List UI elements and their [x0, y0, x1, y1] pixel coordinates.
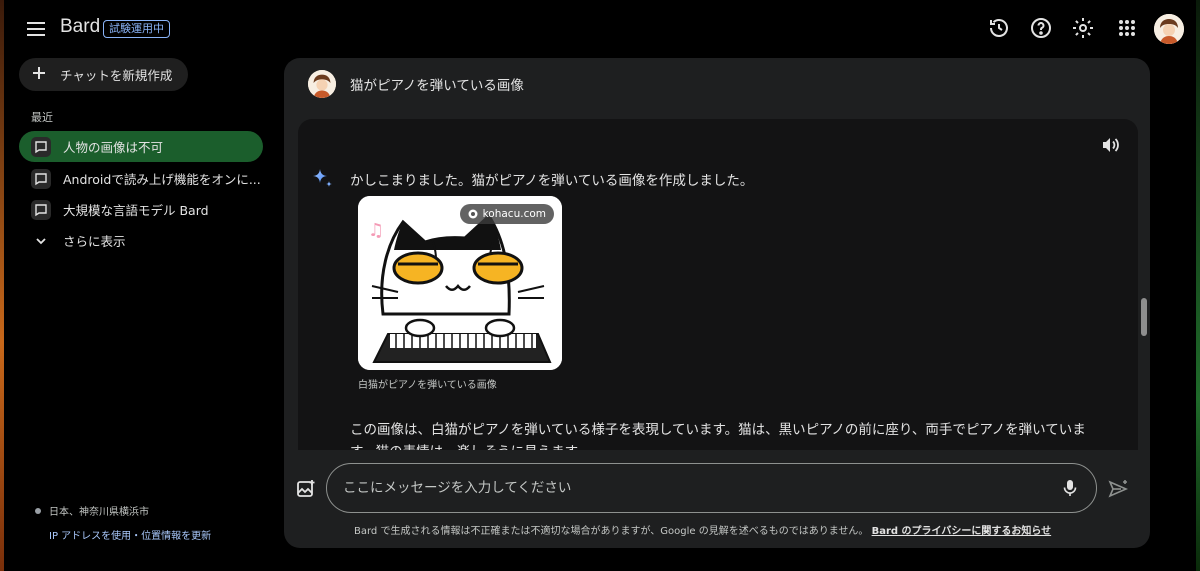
show-more-label: さらに表示: [63, 234, 126, 249]
globe-icon: [468, 209, 478, 219]
menu-icon[interactable]: [24, 17, 48, 41]
chat-bubble-icon: [31, 136, 51, 157]
new-chat-button[interactable]: チャットを新規作成: [19, 58, 188, 91]
image-caption: 白猫がピアノを弾いている画像: [358, 380, 497, 391]
sidebar-item-label: 人物の画像は不可: [63, 140, 164, 155]
image-upload-icon[interactable]: [295, 478, 317, 500]
footer-disclaimer: Bard で生成される情報は不正確または不適切な場合がありますが、Google …: [354, 522, 1051, 537]
history-icon[interactable]: [987, 16, 1011, 40]
chat-bubble-icon: [31, 199, 51, 220]
new-chat-label: チャットを新規作成: [60, 68, 173, 83]
user-avatar: [308, 70, 336, 98]
scrollbar-thumb[interactable]: [1141, 298, 1147, 336]
sidebar-item-label: 大規模な言語モデル Bard: [63, 203, 209, 218]
help-icon[interactable]: [1029, 16, 1053, 40]
sidebar-item-recent-chat[interactable]: Androidで読み上げ機能をオンに...: [19, 163, 263, 194]
bard-sparkle-icon: [310, 167, 334, 191]
window-frame-right: [1196, 0, 1200, 571]
send-icon[interactable]: [1107, 478, 1129, 500]
bard-response: かしこまりました。猫がピアノを弾いている画像を作成しました。 ♫ kohacu.…: [298, 119, 1138, 450]
account-avatar[interactable]: [1154, 14, 1184, 44]
sidebar-item-recent-chat[interactable]: 人物の画像は不可: [19, 131, 263, 162]
message-input[interactable]: [343, 464, 1043, 512]
location-text: 日本、神奈川県横浜市: [49, 507, 149, 518]
location-dot-icon: [35, 507, 41, 514]
experiment-badge: 試験運用中: [103, 20, 170, 38]
recent-heading: 最近: [31, 111, 53, 124]
privacy-link[interactable]: Bard のプライバシーに関するお知らせ: [872, 526, 1052, 537]
generated-image[interactable]: ♫ kohacu.com: [358, 196, 562, 370]
update-location-link[interactable]: IP アドレスを使用・位置情報を更新: [49, 527, 211, 542]
user-message: 猫がピアノを弾いている画像: [308, 70, 524, 98]
image-source-label: kohacu.com: [482, 208, 546, 220]
brand-title: Bard: [60, 16, 101, 37]
window-frame-left: [0, 0, 4, 571]
image-source-chip[interactable]: kohacu.com: [459, 204, 554, 224]
speaker-icon[interactable]: [1100, 135, 1120, 155]
sidebar-item-recent-chat[interactable]: 大規模な言語モデル Bard: [19, 194, 263, 225]
location-info: 日本、神奈川県横浜市: [35, 503, 149, 518]
apps-grid-icon[interactable]: [1115, 16, 1139, 40]
sidebar-item-label: Androidで読み上げ機能をオンに...: [63, 172, 261, 187]
response-paragraph: この画像は、白猫がピアノを弾いている様子を表現しています。猫は、黒いピアノの前に…: [350, 422, 1086, 450]
message-input-box: [326, 463, 1097, 513]
chevron-down-icon: [31, 235, 51, 247]
settings-gear-icon[interactable]: [1071, 16, 1095, 40]
user-prompt-text: 猫がピアノを弾いている画像: [350, 78, 524, 94]
response-intro-text: かしこまりました。猫がピアノを弾いている画像を作成しました。: [350, 173, 754, 189]
top-bar: Bard 試験運用中: [0, 0, 1200, 58]
show-more-button[interactable]: さらに表示: [19, 225, 263, 256]
svg-text:♫: ♫: [368, 220, 384, 241]
disclaimer-text: Bard で生成される情報は不正確または不適切な場合がありますが、Google …: [354, 526, 869, 537]
chat-bubble-icon: [31, 168, 51, 189]
plus-icon: [32, 66, 46, 83]
microphone-icon[interactable]: [1060, 478, 1080, 498]
